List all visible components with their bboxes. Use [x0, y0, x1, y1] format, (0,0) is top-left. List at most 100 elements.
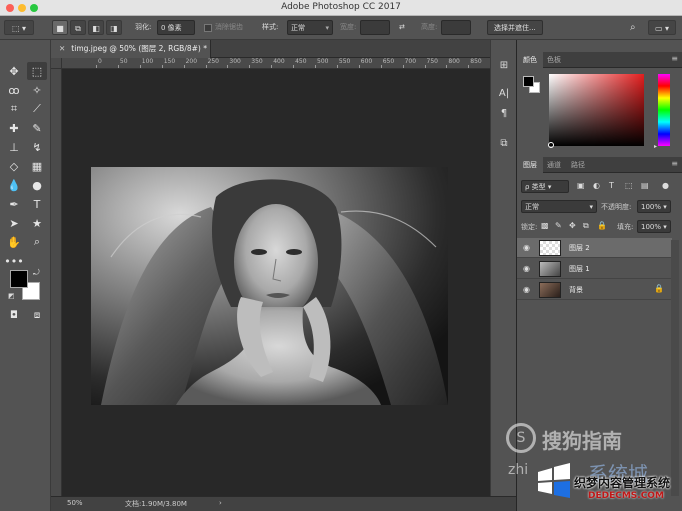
path-selection-tool-icon[interactable]: ➤ — [4, 214, 24, 232]
style-label: 样式: — [262, 23, 279, 31]
color-picker-cursor[interactable] — [548, 142, 554, 148]
feather-input[interactable]: 0 像素 — [157, 20, 195, 35]
gradient-tool-icon[interactable]: ▦ — [27, 157, 47, 175]
tab-paths[interactable]: 路径 — [565, 157, 591, 173]
search-icon[interactable]: ⌕ — [630, 20, 636, 35]
crop-tool-icon[interactable]: ⌗ — [4, 100, 24, 118]
layers-scrollbar[interactable] — [671, 240, 679, 496]
tool-preset-picker[interactable]: ⬚ ▾ — [4, 20, 34, 35]
rect-marquee-tool-icon[interactable]: ⬚ — [27, 62, 47, 80]
character-panel-icon[interactable]: A| — [495, 86, 513, 102]
panel-menu-icon[interactable]: ≡ — [671, 54, 678, 63]
add-selection-button[interactable]: ⧉ — [70, 20, 86, 35]
tab-layers[interactable]: 图层 — [517, 157, 543, 173]
history-panel-icon[interactable]: ⊞ — [495, 58, 513, 74]
blur-tool-icon[interactable]: 💧 — [4, 176, 24, 194]
blend-mode-dropdown[interactable]: 正常 ▾ — [521, 200, 597, 213]
default-colors-icon[interactable]: ◩ — [8, 292, 15, 300]
height-input[interactable] — [441, 20, 471, 35]
eye-icon[interactable]: ◉ — [523, 285, 530, 294]
status-menu-arrow-icon[interactable]: › — [219, 499, 222, 507]
filter-pixel-icon[interactable]: ▣ — [577, 181, 585, 190]
quick-mask-icon[interactable]: ◘ — [4, 306, 24, 324]
filter-type-icon[interactable]: T — [609, 181, 614, 190]
eye-icon[interactable]: ◉ — [523, 243, 530, 252]
intersect-selection-button[interactable]: ◨ — [106, 20, 122, 35]
lock-pixels-icon[interactable]: ✎ — [555, 221, 562, 230]
layer-row[interactable]: ◉ 图层 1 — [517, 259, 672, 279]
document-image[interactable] — [91, 167, 448, 405]
status-bar: 50% 文档:1.90M/3.80M › — [51, 496, 516, 511]
eyedropper-tool-icon[interactable]: ⟋ — [27, 100, 47, 118]
color-fg-swatch[interactable] — [523, 76, 534, 87]
eraser-tool-icon[interactable]: ◇ — [4, 157, 24, 175]
tools-panel: ✥ ⬚ ꝏ ✧ ⌗ ⟋ ✚ ✎ ⊥ ↯ ◇ ▦ 💧 ● ✒ T ➤ ★ ✋ ⌕ … — [0, 40, 51, 511]
filter-toggle-icon[interactable]: ● — [662, 181, 669, 190]
move-tool-icon[interactable]: ✥ — [4, 62, 24, 80]
tab-color[interactable]: 颜色 — [517, 52, 543, 68]
vertical-ruler — [51, 69, 62, 496]
ruler-tick-label: 700 — [404, 58, 417, 65]
layers-panel-menu-icon[interactable]: ≡ — [671, 159, 678, 168]
tab-channels[interactable]: 通道 — [541, 157, 567, 173]
ruler-tick-mark — [227, 65, 229, 68]
lock-all-icon[interactable]: 🔒 — [597, 221, 607, 230]
filter-smart-object-icon[interactable]: ▤ — [641, 181, 649, 190]
filter-adjustment-icon[interactable]: ◐ — [593, 181, 600, 190]
type-tool-icon[interactable]: T — [27, 195, 47, 213]
subtract-selection-button[interactable]: ◧ — [88, 20, 104, 35]
ruler-tick-mark — [161, 65, 163, 68]
width-input[interactable] — [360, 20, 390, 35]
eye-icon[interactable]: ◉ — [523, 264, 530, 273]
lock-transparent-icon[interactable]: ▩ — [541, 221, 549, 230]
properties-panel-icon[interactable]: ⧉ — [495, 136, 513, 152]
lock-position-icon[interactable]: ✥ — [569, 221, 576, 230]
color-picker-field[interactable] — [549, 74, 644, 146]
color-panel-tabs: 颜色 色板 ≡ — [517, 52, 682, 68]
antialias-checkbox[interactable] — [204, 24, 212, 32]
shape-tool-icon[interactable]: ★ — [27, 214, 47, 232]
dodge-tool-icon[interactable]: ● — [27, 176, 47, 194]
chevron-down-icon: ▾ — [325, 24, 329, 32]
swap-dimensions-icon[interactable]: ⇄ — [399, 20, 405, 35]
style-dropdown[interactable]: 正常 ▾ — [287, 20, 333, 35]
close-tab-icon[interactable]: ✕ — [59, 44, 65, 53]
brush-tool-icon[interactable]: ✎ — [27, 119, 47, 137]
paragraph-panel-icon[interactable]: ¶ — [495, 106, 513, 122]
windows-logo-svg — [538, 463, 570, 498]
new-selection-button[interactable]: ■ — [52, 20, 68, 35]
history-brush-tool-icon[interactable]: ↯ — [27, 138, 47, 156]
document-tab[interactable]: ✕ timg.jpeg @ 50% (图层 2, RGB/8#) * — [51, 40, 211, 58]
ruler-tick-label: 150 — [163, 58, 176, 65]
healing-brush-tool-icon[interactable]: ✚ — [4, 119, 24, 137]
ruler-tick-label: 50 — [119, 58, 128, 65]
hue-slider[interactable] — [658, 74, 670, 146]
more-tools-icon[interactable]: ••• — [4, 252, 24, 270]
hue-slider-handle-icon[interactable]: ▸ — [654, 143, 657, 150]
tab-swatches[interactable]: 色板 — [541, 52, 567, 68]
layer-row[interactable]: ◉ 背景 🔒 — [517, 280, 672, 300]
ruler-tick-label: 550 — [338, 58, 351, 65]
pen-tool-icon[interactable]: ✒ — [4, 195, 24, 213]
width-label: 宽度: — [340, 23, 357, 31]
zoom-level[interactable]: 50% — [67, 499, 83, 507]
clone-stamp-tool-icon[interactable]: ⊥ — [4, 138, 24, 156]
lock-artboard-icon[interactable]: ⧉ — [583, 221, 589, 231]
fill-input[interactable]: 100% ▾ — [637, 220, 671, 233]
layer-filter-dropdown[interactable]: ρ 类型 ▾ — [521, 180, 569, 193]
swap-colors-icon[interactable]: ⤾ — [33, 268, 40, 278]
zoom-tool-icon[interactable]: ⌕ — [27, 233, 47, 251]
ruler-tick-label: 600 — [360, 58, 373, 65]
ruler-tick-mark — [358, 65, 360, 68]
ruler-corner — [51, 58, 62, 69]
select-and-mask-button[interactable]: 选择并遮住... — [487, 20, 543, 35]
opacity-input[interactable]: 100% ▾ — [637, 200, 671, 213]
hand-tool-icon[interactable]: ✋ — [4, 233, 24, 251]
filter-shape-icon[interactable]: ⬚ — [625, 181, 633, 190]
layer-row[interactable]: ◉ 图层 2 — [517, 238, 672, 258]
foreground-color-swatch[interactable] — [10, 270, 28, 288]
screen-mode-icon[interactable]: ⧈ — [27, 306, 47, 324]
lasso-tool-icon[interactable]: ꝏ — [4, 81, 24, 99]
magic-wand-tool-icon[interactable]: ✧ — [27, 81, 47, 99]
workspace-switcher[interactable]: ▭ ▾ — [648, 20, 676, 35]
